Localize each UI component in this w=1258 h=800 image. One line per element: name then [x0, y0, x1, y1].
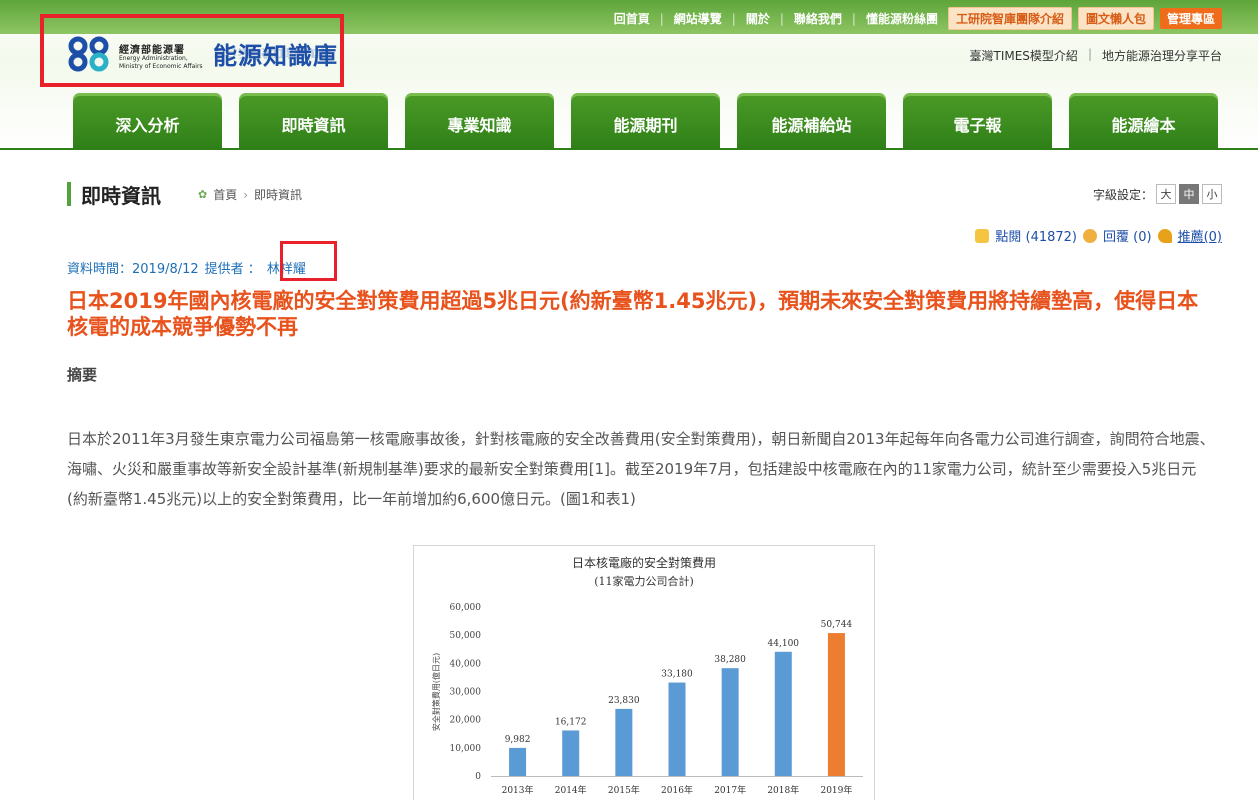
tab-picture-book[interactable]: 能源繪本	[1069, 93, 1218, 150]
data-label: 16,172	[555, 717, 587, 727]
font-small-button[interactable]: 小	[1202, 184, 1222, 204]
x-tick-label: 2015年	[608, 784, 640, 796]
x-tick-label: 2018年	[767, 784, 799, 796]
sitemap-link[interactable]: 網站導覽	[670, 10, 726, 27]
font-large-button[interactable]: 大	[1156, 184, 1176, 204]
recommend-icon	[1157, 228, 1172, 243]
y-tick-label: 50,000	[450, 631, 482, 641]
article-stats: 點閱 (41872) 回覆 (0) 推薦(0)	[975, 226, 1222, 245]
top-links: 回首頁 | 網站導覽 | 關於 | 聯絡我們 | 懂能源粉絲團 工研院智庫團隊介…	[610, 7, 1222, 30]
data-label: 33,180	[661, 670, 693, 680]
home-icon: ✿	[198, 188, 208, 201]
views-icon	[975, 228, 990, 243]
data-date: 資料時間：2019/8/12	[67, 262, 199, 277]
data-label: 38,280	[714, 655, 746, 665]
nav-underline	[0, 148, 1258, 150]
data-label: 9,982	[505, 735, 531, 745]
provider-label: 提供者 ：	[204, 262, 261, 277]
separator: |	[731, 11, 736, 26]
font-medium-button[interactable]: 中	[1179, 184, 1199, 204]
tab-knowledge[interactable]: 專業知識	[405, 93, 554, 150]
tab-journal[interactable]: 能源期刊	[571, 93, 720, 150]
fan-page-link[interactable]: 懂能源粉絲團	[862, 10, 942, 27]
y-tick-label: 30,000	[450, 688, 482, 698]
page-title: 即時資訊	[81, 184, 161, 208]
local-energy-link[interactable]: 地方能源治理分享平台	[1102, 47, 1222, 64]
bar	[509, 747, 527, 776]
x-tick-label: 2014年	[555, 784, 587, 796]
x-tick-label: 2019年	[820, 784, 852, 796]
article-meta: 資料時間：2019/8/12 提供者 ： 林祥耀	[67, 258, 306, 277]
times-model-link[interactable]: 臺灣TIMES模型介紹	[970, 47, 1078, 64]
font-size-label: 字級設定：	[1092, 187, 1153, 202]
tab-newsletter[interactable]: 電子報	[903, 93, 1052, 150]
bar	[827, 633, 845, 776]
provider-highlight-box	[280, 241, 337, 281]
reply-icon	[1083, 228, 1098, 243]
separator: |	[1087, 47, 1092, 61]
tab-news[interactable]: 即時資訊	[239, 93, 388, 150]
article-body: 日本於2011年3月發生東京電力公司福島第一核電廠事故後，針對核電廠的安全改善費…	[67, 430, 1215, 508]
logo-highlight-box	[40, 14, 344, 87]
font-size-setting: 字級設定： 大 中 小	[1093, 184, 1222, 204]
separator: |	[851, 11, 856, 26]
separator: |	[779, 11, 784, 26]
x-tick-label: 2017年	[714, 784, 746, 796]
bar	[774, 651, 792, 776]
separator: |	[659, 11, 664, 26]
about-link[interactable]: 關於	[742, 10, 774, 27]
reply-count[interactable]: 回覆 (0)	[1103, 226, 1152, 245]
recommend-link[interactable]: 推薦(0)	[1178, 226, 1222, 245]
summary-label: 摘要	[67, 366, 98, 384]
y-tick-label: 0	[475, 772, 481, 782]
y-tick-label: 20,000	[450, 716, 482, 726]
breadcrumb-current[interactable]: 即時資訊	[254, 186, 302, 203]
admin-button[interactable]: 管理專區	[1159, 8, 1222, 29]
bar	[615, 708, 633, 776]
data-label: 50,744	[821, 620, 853, 630]
y-tick-label: 60,000	[450, 603, 482, 613]
contact-link[interactable]: 聯絡我們	[790, 10, 846, 27]
main-nav: 深入分析 即時資訊 專業知識 能源期刊 能源補給站 電子報 能源繪本	[73, 93, 1218, 150]
data-label: 44,100	[768, 639, 800, 649]
infographic-button[interactable]: 圖文懶人包	[1077, 7, 1154, 30]
itri-team-button[interactable]: 工研院智庫團隊介紹	[947, 7, 1072, 30]
bar	[668, 682, 686, 776]
page-title-marker	[67, 182, 71, 206]
sub-links: 臺灣TIMES模型介紹 | 地方能源治理分享平台	[970, 47, 1223, 64]
tab-supply[interactable]: 能源補給站	[737, 93, 886, 150]
article-headline: 日本2019年國內核電廠的安全對策費用超過5兆日元(約新臺幣1.45兆元)，預期…	[67, 289, 1199, 339]
chevron-right-icon: ›	[243, 187, 249, 202]
home-link[interactable]: 回首頁	[610, 10, 654, 27]
views-count: 點閱 (41872)	[995, 230, 1078, 245]
x-tick-label: 2013年	[502, 784, 534, 796]
chart-title: 日本核電廠的安全對策費用	[572, 555, 716, 570]
chart-subtitle: (11家電力公司合計)	[594, 574, 694, 588]
tab-in-depth[interactable]: 深入分析	[73, 93, 222, 150]
x-tick-label: 2016年	[661, 784, 693, 796]
y-tick-label: 10,000	[450, 744, 482, 754]
data-label: 23,830	[608, 696, 640, 706]
chart-y-axis-label: 安全對策費用(億日元)	[431, 653, 441, 731]
breadcrumb-home[interactable]: 首頁	[213, 186, 237, 203]
bar-chart: 日本核電廠的安全對策費用 (11家電力公司合計) 安全對策費用(億日元) 0 10…	[431, 555, 863, 796]
bar	[562, 730, 580, 776]
y-tick-label: 40,000	[450, 659, 482, 669]
bar	[721, 668, 739, 776]
breadcrumb: ✿ 首頁 › 即時資訊	[198, 186, 302, 203]
